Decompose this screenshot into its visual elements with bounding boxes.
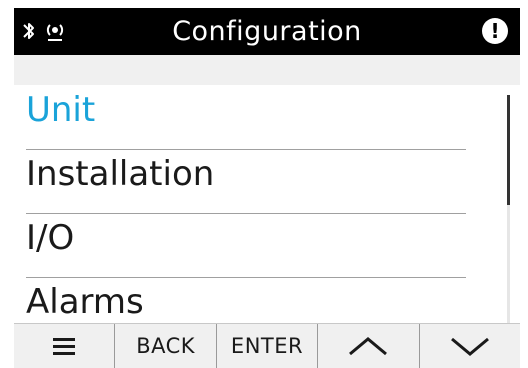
- alert-icon[interactable]: !: [482, 18, 508, 44]
- scrollbar-thumb[interactable]: [507, 95, 510, 205]
- hamburger-menu-icon: [53, 338, 76, 355]
- menu-item-unit[interactable]: Unit: [26, 85, 466, 150]
- scrollbar[interactable]: [507, 95, 510, 323]
- chevron-up-icon: [349, 337, 388, 356]
- enter-softkey[interactable]: ENTER: [215, 324, 317, 368]
- menu-list: Unit Installation I/O Alarms: [14, 85, 520, 323]
- page-title: Configuration: [172, 16, 362, 47]
- up-softkey[interactable]: [317, 324, 418, 368]
- title-bar: Configuration !: [14, 8, 520, 55]
- down-softkey[interactable]: [418, 324, 520, 368]
- chevron-down-icon: [450, 337, 489, 356]
- menu-item-io[interactable]: I/O: [26, 213, 466, 278]
- menu-softkey[interactable]: [14, 324, 114, 368]
- back-softkey[interactable]: BACK: [114, 324, 215, 368]
- subheader-strip: [14, 55, 520, 85]
- menu-item-installation[interactable]: Installation: [26, 149, 466, 214]
- softkey-bar: BACK ENTER: [14, 323, 520, 368]
